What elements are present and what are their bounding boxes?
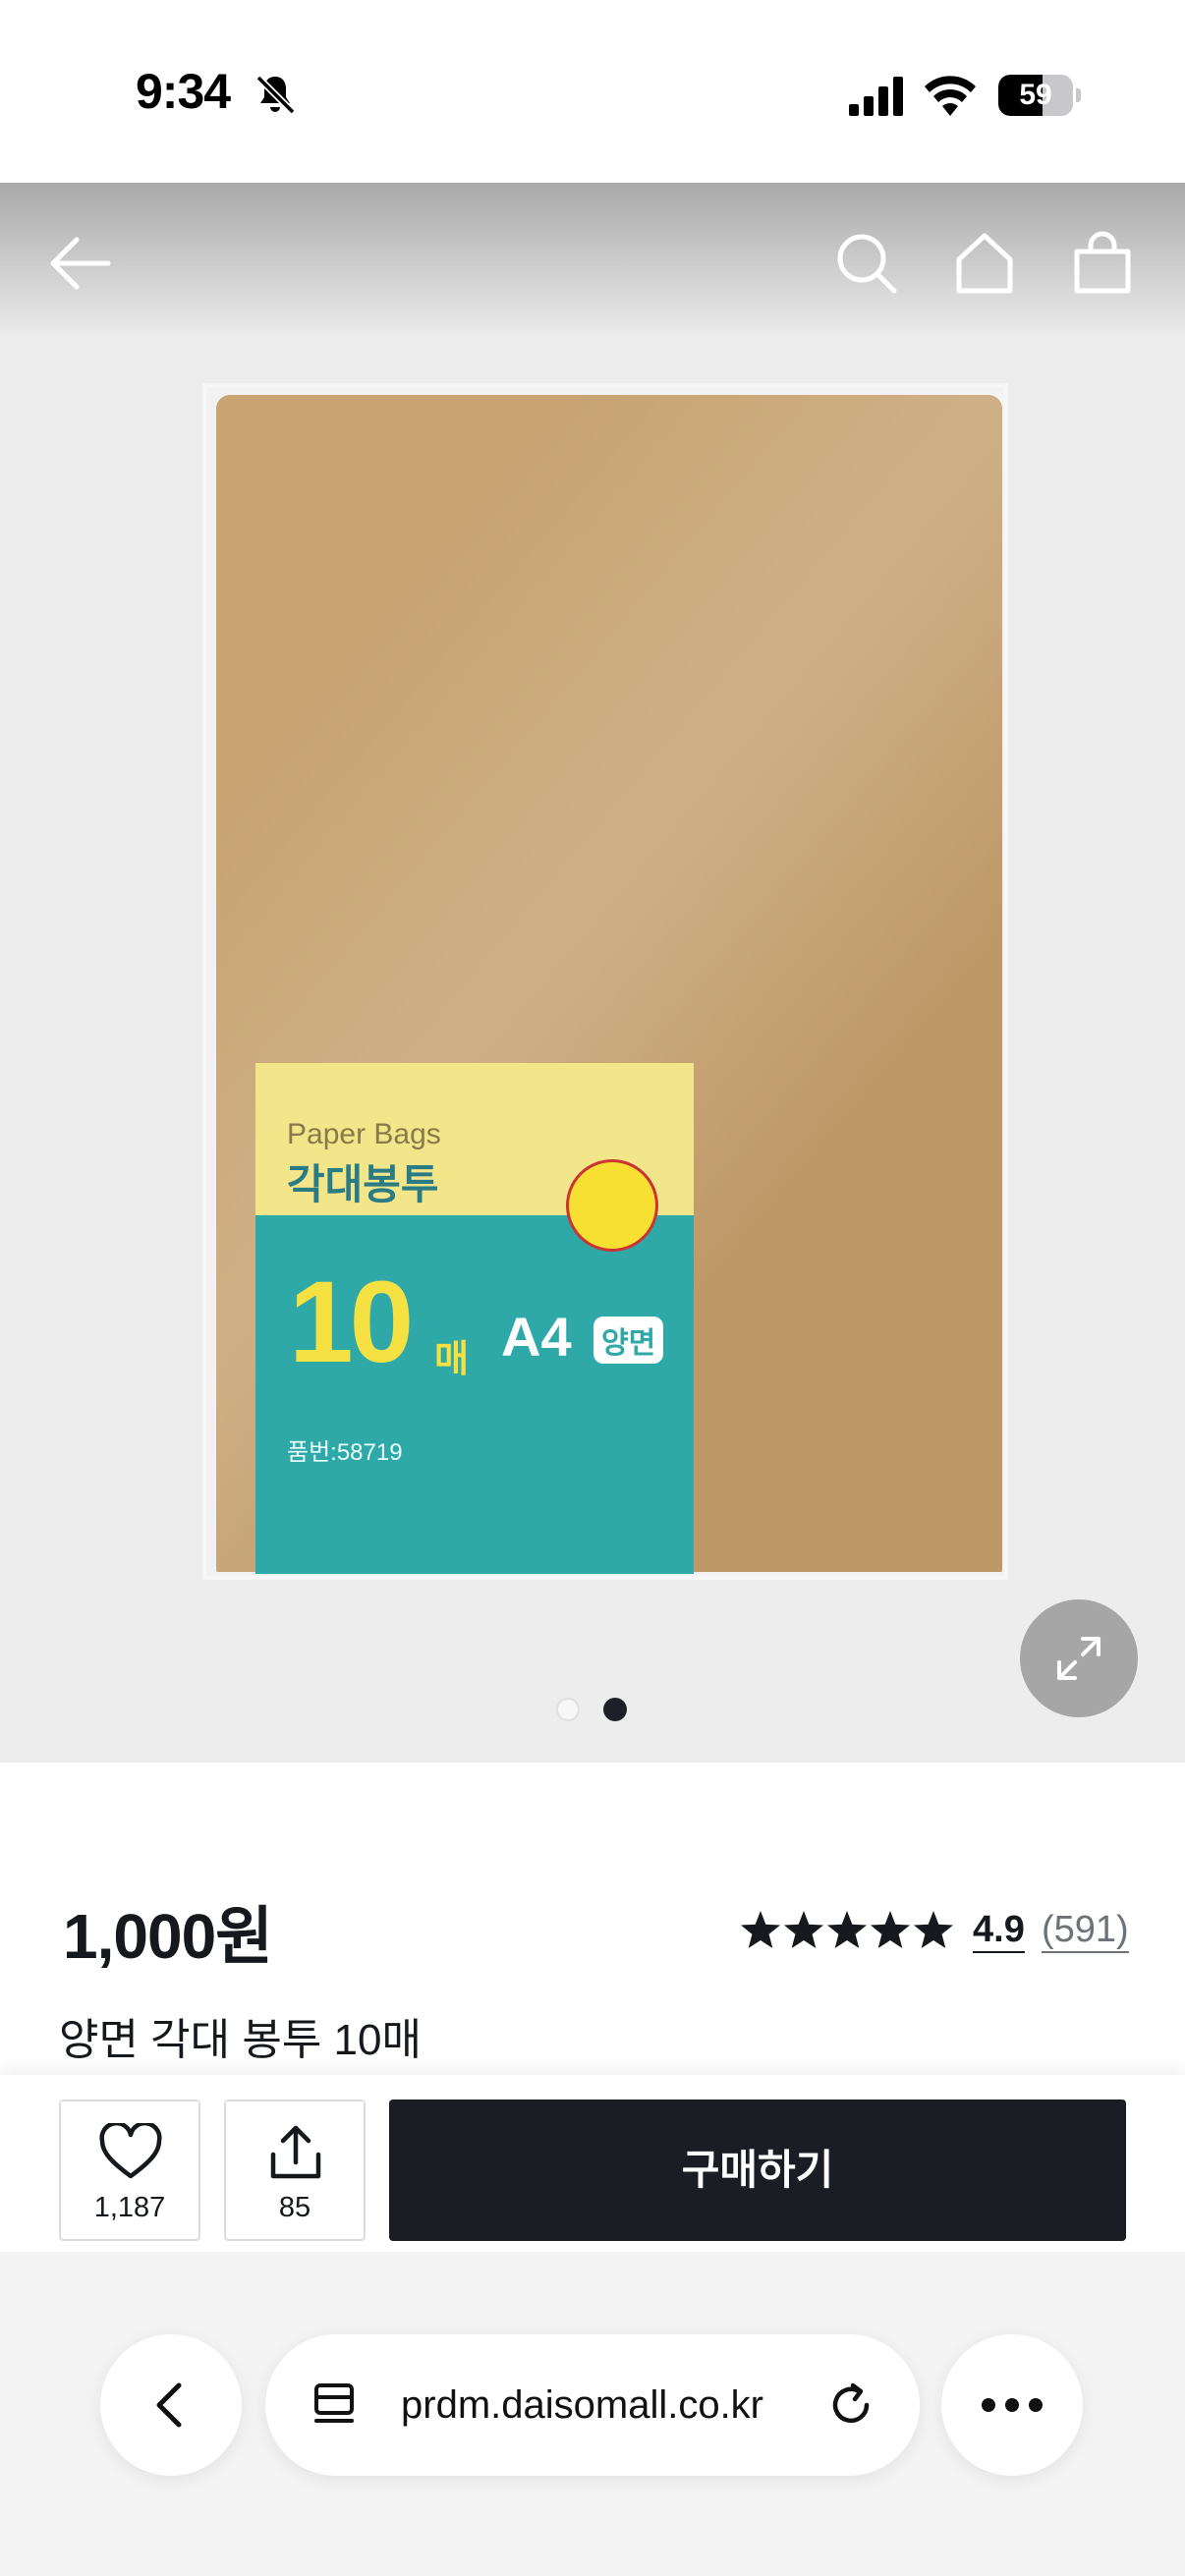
back-arrow-icon[interactable] (43, 228, 114, 299)
address-bar[interactable]: prdm.daisomall.co.kr (265, 2334, 920, 2476)
rating-score[interactable]: 4.9 (973, 1908, 1025, 1953)
package-label-quantity-unit: 매 (434, 1339, 469, 1380)
page-menu-icon[interactable] (310, 2380, 362, 2431)
browser-more-button[interactable] (941, 2334, 1083, 2476)
like-count: 1,187 (93, 2192, 166, 2223)
chevron-left-icon (156, 2382, 182, 2428)
package-label-korean: 각대봉투 (287, 1161, 439, 1207)
battery-level: 59 (1019, 79, 1052, 111)
expand-image-button[interactable] (1020, 1599, 1138, 1717)
star-icon (871, 1911, 910, 1948)
pagination-dot-2[interactable] (603, 1698, 627, 1721)
product-price: 1,000원 (63, 1901, 273, 1972)
browser-toolbar: prdm.daisomall.co.kr (0, 2252, 1185, 2576)
wifi-icon (925, 76, 976, 116)
cellular-signal-icon (849, 77, 903, 116)
home-icon[interactable] (949, 228, 1020, 299)
star-icon (827, 1911, 867, 1948)
kraft-envelope: Paper Bags 각대봉투 10 매 A4 양면 품번:58719 (216, 395, 1002, 1574)
product-image: Paper Bags 각대봉투 10 매 A4 양면 품번:58719 (202, 383, 1008, 1580)
heart-icon (99, 2123, 162, 2179)
page: 9:34 59 Paper Bags 각대봉투 10 매 A4 양면 품번:58… (0, 0, 1185, 2576)
star-icon (914, 1911, 953, 1948)
shopping-bag-icon[interactable] (1067, 228, 1138, 299)
product-gallery[interactable]: Paper Bags 각대봉투 10 매 A4 양면 품번:58719 (0, 183, 1185, 1763)
review-count[interactable]: (591) (1042, 1908, 1129, 1953)
star-icon (784, 1911, 823, 1948)
package-label-size: A4 (501, 1306, 572, 1368)
package-wrap: Paper Bags 각대봉투 10 매 A4 양면 품번:58719 (202, 383, 1008, 1580)
package-label-code: 품번:58719 (287, 1439, 403, 1466)
package-label-english: Paper Bags (287, 1118, 441, 1150)
package-label: Paper Bags 각대봉투 10 매 A4 양면 품번:58719 (255, 1063, 694, 1574)
more-dots-icon (982, 2398, 1043, 2412)
url-text[interactable]: prdm.daisomall.co.kr (401, 2334, 763, 2476)
package-label-top: Paper Bags 각대봉투 (255, 1063, 694, 1252)
product-rating[interactable]: 4.9 (591) (739, 1906, 1132, 1957)
product-name: 양면 각대 봉투 10매 (59, 2016, 422, 2064)
star-icon (741, 1911, 780, 1948)
package-label-type: 양면 (593, 1316, 664, 1364)
share-count: 85 (278, 2192, 311, 2223)
expand-icon (1057, 1637, 1100, 1680)
package-label-sticker (566, 1159, 658, 1252)
bell-off-icon (255, 75, 296, 115)
gallery-pagination (556, 1698, 631, 1721)
like-button[interactable]: 1,187 (59, 2100, 200, 2241)
reload-icon[interactable] (825, 2380, 876, 2431)
pagination-dot-1[interactable] (556, 1698, 580, 1721)
share-icon (270, 2125, 321, 2179)
battery-indicator: 59 (998, 75, 1081, 116)
rating-stars-icon (741, 1911, 953, 1948)
purchase-action-bar: 1,187 85 구매하기 (0, 2075, 1185, 2252)
status-time: 9:34 (136, 64, 231, 119)
package-label-quantity: 10 (289, 1258, 414, 1387)
status-bar: 9:34 59 (0, 0, 1185, 183)
share-button[interactable]: 85 (224, 2100, 366, 2241)
search-icon[interactable] (831, 228, 902, 299)
browser-back-button[interactable] (100, 2334, 242, 2476)
buy-button[interactable]: 구매하기 (389, 2100, 1126, 2241)
